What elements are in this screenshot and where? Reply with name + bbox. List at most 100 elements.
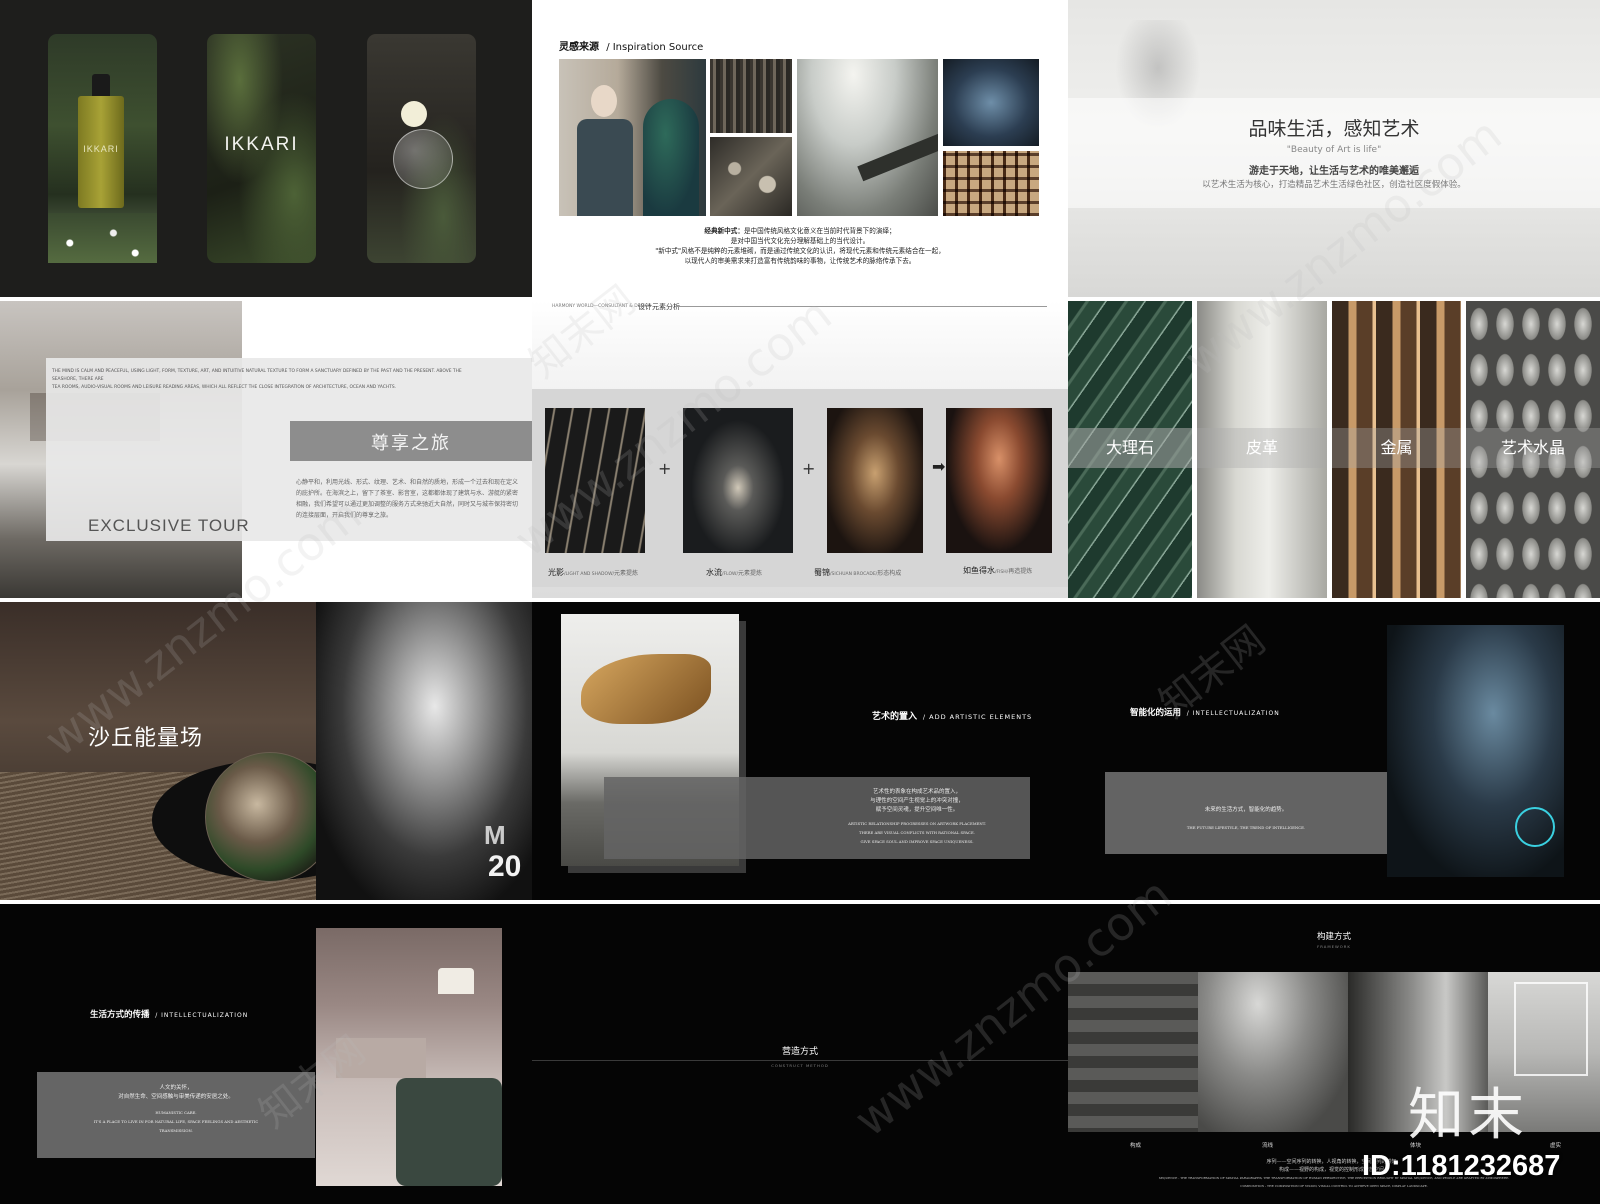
tour-en-paragraph: THE MIND IS CALM AND PEACEFUL, USING LIG… [52, 368, 472, 392]
artistic-en-1: ARTISTIC RELATIONSHIP PROGRESSES ON ARTW… [848, 821, 986, 826]
caption-1-en: /LIGHT AND SHADOW/ [564, 572, 615, 577]
tour-en-line-2: TEA ROOMS, AUDIO-VISUAL ROOMS AND LEISUR… [52, 385, 397, 390]
element-caption-2: 水流/FLOW/元素提炼 [706, 567, 762, 578]
inspiration-title-cn: 灵感来源 [559, 42, 599, 53]
inspiration-title: 灵感来源 / Inspiration Source [559, 38, 703, 53]
construct-sub: CONSTRUCT METHOD [771, 1063, 829, 1068]
photo-lattice [943, 151, 1039, 216]
panel-ikkari-phones: IKKARI IKKARI [0, 0, 532, 297]
caption-3-en: /SICHUAN BROCADE/ [830, 572, 878, 577]
artistic-text: 艺术性的表象在构成艺术品的置入， 与理性的空间产生视觉上的冲突对撞， 赋予空间灵… [822, 788, 1012, 846]
panel-materials: 大理石 皮革 金属 艺术水晶 [1068, 301, 1600, 598]
design-header-right: 设计元素分析 [638, 303, 680, 311]
panel-design-elements: HARMONY WORLD—CONSULTANT & DESIGN 设计元素分析… [532, 301, 1068, 598]
material-label-crystal: 艺术水晶 [1500, 438, 1565, 457]
lifestyle-en-small: HUMANISTIC CARE. [155, 1110, 197, 1115]
design-header-left: HARMONY WORLD—CONSULTANT & DESIGN [552, 304, 652, 309]
desc-line-4: 以现代人的审美需求来打造富有传统韵味的事物，让传统艺术的脉络传承下去。 [684, 257, 916, 265]
lifestyle-cn-2: 对自然生命、空间感触与审美传递的安居之处。 [118, 1094, 234, 1100]
desc-lead: 经典新中式： [704, 227, 744, 235]
ikkari-logo-text: IKKARI [224, 134, 299, 155]
desc-line-2: 是对中国当代文化充分理解基础上的当代设计。 [730, 237, 870, 245]
art-subtitle-en: "Beauty of Art is life" [1286, 145, 1382, 155]
intelligence-title-cn: 智能化的运用 [1130, 708, 1182, 718]
artistic-cn-3: 赋予空间灵魂，提升空间唯一性。 [875, 807, 959, 813]
material-label-leather: 皮革 [1245, 438, 1278, 457]
caption-4-en: /FISH/ [995, 570, 1009, 575]
intelligence-title-en: / INTELLECTUALIZATION [1186, 710, 1280, 717]
photo-stone-texture [710, 59, 792, 133]
photo-brocade [827, 408, 923, 553]
lifestyle-cn-1: 人文的关怀， [159, 1085, 193, 1091]
art-line-2: 以艺术生活为核心，打造精品艺术生活绿色社区，创造社区度假体验。 [1202, 180, 1466, 190]
lifestyle-en-2: TRANSMISSION. [159, 1128, 193, 1133]
framework-en-2: COMPOSITION - THE COMPOSITION OF VISION,… [1240, 1184, 1428, 1188]
panel-exclusive-tour: THE MIND IS CALM AND PEACEFUL, USING LIG… [0, 301, 532, 598]
image-id-label: ID:1181232687 [1362, 1150, 1561, 1182]
panel-dune-energy: 沙丘能量场 M 20 [0, 602, 532, 900]
intelligence-title: 智能化的运用 / INTELLECTUALIZATION [1130, 706, 1280, 718]
photo-koi-sculpture [946, 408, 1052, 553]
material-label-marble: 大理石 [1105, 438, 1154, 457]
framework-caption-1: 构成 [1130, 1143, 1142, 1149]
element-caption-4: 如鱼得水/FISH/再造提炼 [963, 565, 1032, 576]
tour-en-line-1: THE MIND IS CALM AND PEACEFUL, USING LIG… [52, 369, 462, 382]
element-caption-3: 蜀锦/SICHUAN BROCADE/形态构成 [814, 567, 901, 578]
caption-2-tail: 元素提炼 [737, 570, 762, 577]
mc-logo-number: 20 [488, 850, 522, 883]
caption-3-cn: 蜀锦 [814, 568, 830, 577]
photo-blue-bowl [943, 59, 1039, 146]
art-line-1: 游走于天地，让生活与艺术的唯美邂逅 [1249, 166, 1419, 177]
construct-rule [532, 1060, 1068, 1061]
mc-logo-letter: M [484, 820, 506, 850]
framework-title: 构建方式 [1316, 932, 1351, 942]
caption-3-tail: 形态构成 [877, 570, 902, 577]
caption-1-tail: 元素提炼 [614, 570, 639, 577]
tour-title: 尊享之旅 [371, 433, 451, 454]
lifestyle-text: 人文的关怀， 对自然生命、空间感触与审美传递的安居之处。 HUMANISTIC … [37, 1084, 315, 1135]
caption-4-cn: 如鱼得水 [963, 566, 995, 575]
phone-mockup-1: IKKARI [48, 34, 157, 263]
intelligence-text: 未来的生活方式，智能化的趋势。 THE FUTURE LIFESTYLE, TH… [1105, 806, 1387, 832]
watermark-brand-large: 知末 [1408, 1083, 1528, 1148]
lifestyle-en-1: IT'S A PLACE TO LIVE IN FOR NATURAL LIFE… [93, 1119, 259, 1124]
glass-sphere-image [393, 129, 453, 189]
phone-mockup-3 [367, 34, 476, 263]
framework-caption-2: 流线 [1262, 1143, 1274, 1149]
artistic-en-2: THERE ARE VISUAL CONFLICTS WITH RATIONAL… [859, 830, 975, 835]
caption-2-en: /FLOW/ [722, 572, 738, 577]
element-caption-1: 光影/LIGHT AND SHADOW/元素提炼 [548, 567, 638, 578]
intelligence-cn: 未来的生活方式，智能化的趋势。 [1204, 807, 1288, 813]
tour-body: 心静平和，利用光线、形式、纹理、艺术、和自然的质地，形成一个过去和现在定义的庇护… [296, 479, 519, 519]
phone-mockup-2: IKKARI [207, 34, 316, 263]
plus-sign-2: + [802, 459, 816, 478]
artistic-en-3: GIVE SPACE SOUL AND IMPROVE SPACE UNIQUE… [860, 839, 974, 844]
photo-temple-roof [797, 59, 938, 216]
desc-line-3: "新中式"风格不是纯粹的元素堆砌，而是通过传统文化的认识，将现代元素和传统元素结… [655, 247, 945, 255]
caption-1-cn: 光影 [548, 568, 564, 577]
construct-title: 营造方式 [781, 1047, 818, 1057]
desc-line-1: 是中国传统风格文化意义在当前时代背景下的演绎； [743, 227, 896, 235]
material-label-metal: 金属 [1380, 438, 1413, 457]
panel-inspiration-source: 灵感来源 / Inspiration Source 经典新中式：是中国传统风格文… [532, 0, 1068, 297]
framework-caption-4: 虚实 [1550, 1143, 1562, 1149]
photo-curved-flow [1198, 972, 1348, 1132]
photo-smart-panel [1387, 625, 1564, 877]
panel-construct-method: 营造方式 CONSTRUCT METHOD [532, 904, 1068, 1204]
design-header-rule [677, 306, 1047, 307]
lifestyle-title-en: / INTELLECTUALIZATION [155, 1012, 249, 1019]
artistic-cn-2: 与理性的空间产生视觉上的冲突对撞， [870, 798, 964, 804]
panel-beauty-of-art: 品味生活，感知艺术 "Beauty of Art is life" 游走于天地，… [1068, 0, 1600, 297]
artistic-cn-1: 艺术性的表象在构成艺术品的置入， [872, 789, 961, 795]
arrow-right-icon: ➡ [932, 457, 946, 476]
panel-intelligence: 智能化的运用 / INTELLECTUALIZATION 未来的生活方式，智能化… [1068, 602, 1600, 900]
artistic-title: 艺术的置入 / ADD ARTISTIC ELEMENTS [872, 709, 1032, 722]
artistic-title-en: / ADD ARTISTIC ELEMENTS [922, 713, 1033, 721]
moon-circle-icon [401, 101, 427, 127]
photo-light-shadow [545, 408, 645, 553]
bottle-brand-label: IKKARI [83, 144, 119, 154]
plus-sign-1: + [658, 459, 672, 478]
caption-4-tail: 再造提炼 [1008, 568, 1033, 575]
photo-lady-peacock [559, 59, 706, 216]
inspiration-title-en: / Inspiration Source [606, 42, 704, 53]
